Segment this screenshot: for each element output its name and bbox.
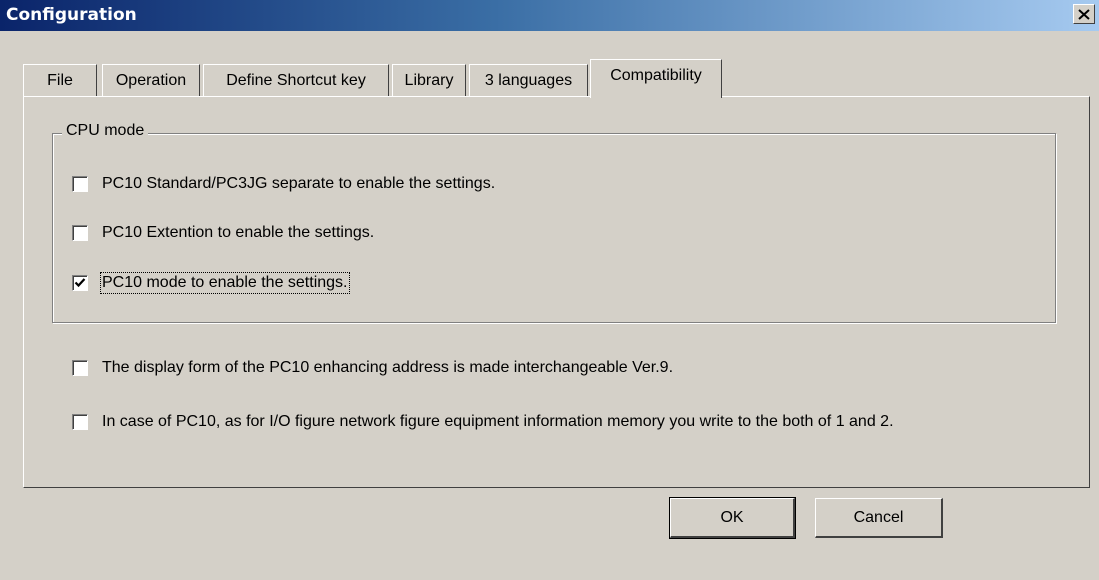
close-icon xyxy=(1078,8,1090,20)
option-display-form[interactable]: The display form of the PC10 enhancing a… xyxy=(72,359,673,377)
tab-compatibility[interactable]: Compatibility xyxy=(590,59,722,98)
checkbox-label: PC10 mode to enable the settings. xyxy=(100,272,350,294)
title-bar: Configuration xyxy=(0,0,1099,31)
checkbox-label: PC10 Extention to enable the settings. xyxy=(102,224,375,241)
tab-3-languages[interactable]: 3 languages xyxy=(469,64,588,96)
cpu-mode-legend: CPU mode xyxy=(62,122,149,140)
checkbox-label: The display form of the PC10 enhancing a… xyxy=(102,359,674,376)
tab-operation[interactable]: Operation xyxy=(102,64,200,96)
checkbox[interactable] xyxy=(72,360,88,376)
checkbox[interactable] xyxy=(72,414,88,430)
ok-button[interactable]: OK xyxy=(669,497,796,539)
compatibility-panel: CPU mode PC10 Standard/PC3JG separate to… xyxy=(23,96,1090,488)
tab-file[interactable]: File xyxy=(23,64,97,96)
checkmark-icon xyxy=(74,278,86,288)
cancel-button[interactable]: Cancel xyxy=(815,498,943,538)
window-title: Configuration xyxy=(6,5,137,25)
close-button[interactable] xyxy=(1073,4,1095,24)
checkbox-label: In case of PC10, as for I/O figure netwo… xyxy=(102,413,894,430)
checkbox[interactable] xyxy=(72,225,88,241)
checkbox[interactable] xyxy=(72,176,88,192)
option-io-figure-memory[interactable]: In case of PC10, as for I/O figure netwo… xyxy=(72,413,894,431)
cpu-mode-option-1[interactable]: PC10 Standard/PC3JG separate to enable t… xyxy=(72,175,495,193)
tab-strip: File Operation Define Shortcut key Libra… xyxy=(0,31,1099,98)
cpu-mode-option-3[interactable]: PC10 mode to enable the settings. xyxy=(72,272,350,294)
checkbox-label: PC10 Standard/PC3JG separate to enable t… xyxy=(102,175,496,192)
cpu-mode-option-2[interactable]: PC10 Extention to enable the settings. xyxy=(72,224,374,242)
tab-define-shortcut-key[interactable]: Define Shortcut key xyxy=(203,64,389,96)
tab-library[interactable]: Library xyxy=(392,64,466,96)
checkbox-checked[interactable] xyxy=(72,275,88,291)
